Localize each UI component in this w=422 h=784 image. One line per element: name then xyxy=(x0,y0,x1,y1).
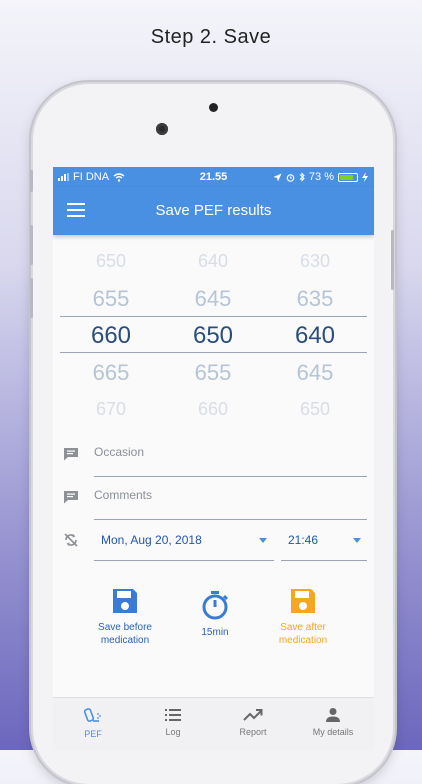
headline: Step 2. Save xyxy=(150,26,272,48)
comments-field[interactable]: Comments xyxy=(53,482,374,520)
chevron-down-icon xyxy=(259,538,267,543)
date-value: Mon, Aug 20, 2018 xyxy=(101,533,202,547)
picker-selection-bottom-line xyxy=(60,352,367,353)
save-after-label-1: Save after xyxy=(280,622,326,633)
app-screen: FI DNA 21.55 73 % Save PEF results 650 6… xyxy=(53,167,374,750)
comments-underline xyxy=(94,519,367,520)
charging-icon xyxy=(362,172,368,182)
phone-volume-up xyxy=(30,225,33,265)
save-after-medication-button[interactable]: Save after medication xyxy=(263,587,343,647)
picker-value-selected: 640 xyxy=(294,322,336,349)
chevron-down-icon xyxy=(353,538,361,543)
tab-log[interactable]: Log xyxy=(133,698,213,750)
occasion-underline xyxy=(94,476,367,477)
status-right: 73 % xyxy=(273,171,368,183)
tab-report[interactable]: Report xyxy=(213,698,293,750)
tab-pef[interactable]: PEF xyxy=(53,698,133,750)
picker-value: 665 xyxy=(92,360,130,385)
app-bar-title: Save PEF results xyxy=(155,202,272,219)
occasion-field[interactable]: Occasion xyxy=(53,439,374,477)
timer-icon xyxy=(202,591,229,620)
comments-placeholder: Comments xyxy=(94,488,153,502)
battery-icon xyxy=(338,172,358,182)
picker-value: 640 xyxy=(197,251,229,271)
picker-column-1[interactable]: 650 655 660 665 670 xyxy=(61,243,161,428)
occasion-placeholder: Occasion xyxy=(94,445,145,459)
phone-speaker xyxy=(209,103,218,112)
save-icon xyxy=(291,589,315,613)
picker-value: 650 xyxy=(95,251,127,271)
trending-up-icon xyxy=(243,709,263,721)
time-value: 21:46 xyxy=(288,533,319,547)
save-before-medication-button[interactable]: Save before medication xyxy=(85,587,165,647)
picker-column-3[interactable]: 630 635 640 645 650 xyxy=(265,243,365,428)
picker-value: 660 xyxy=(197,399,229,419)
picker-value: 670 xyxy=(95,399,127,419)
phone-volume-down xyxy=(30,278,33,318)
time-dropdown[interactable]: 21:46 xyxy=(281,522,367,561)
picker-value: 655 xyxy=(194,360,232,385)
location-icon xyxy=(273,173,282,181)
battery-label: 73 % xyxy=(308,171,334,183)
phone-camera xyxy=(156,123,168,135)
date-time-row: Mon, Aug 20, 2018 21:46 xyxy=(53,522,374,562)
save-before-label-1: Save before xyxy=(98,622,152,633)
tab-my-details[interactable]: My details xyxy=(293,698,373,750)
save-actions: Save before medication 15min Save after … xyxy=(53,587,374,677)
picker-value-selected: 660 xyxy=(90,322,132,349)
picker-selection-top-line xyxy=(60,316,367,317)
phone-power-button xyxy=(391,230,394,290)
save-after-label-2: medication xyxy=(278,635,328,646)
picker-value-selected: 650 xyxy=(192,322,234,349)
picker-value: 630 xyxy=(299,251,331,271)
picker-value: 645 xyxy=(296,360,334,385)
picker-value: 650 xyxy=(299,399,331,419)
tab-my-details-label: My details xyxy=(312,727,354,737)
phone-side-button xyxy=(30,170,33,192)
bottom-tab-bar: PEF Log Report My details xyxy=(53,697,374,750)
inhaler-icon xyxy=(83,708,101,722)
picker-column-2[interactable]: 640 645 650 655 660 xyxy=(163,243,263,428)
picker-value: 645 xyxy=(194,286,232,311)
sync-disabled-icon xyxy=(64,533,78,547)
save-icon xyxy=(113,589,137,613)
tab-log-label: Log xyxy=(165,727,181,737)
timer-button[interactable]: 15min xyxy=(175,590,255,639)
timer-label: 15min xyxy=(201,627,229,638)
person-icon xyxy=(326,708,340,722)
tab-pef-label: PEF xyxy=(84,729,102,739)
alarm-icon xyxy=(286,173,295,182)
save-before-label-2: medication xyxy=(100,635,150,646)
picker-value: 655 xyxy=(92,286,130,311)
tab-report-label: Report xyxy=(239,727,267,737)
list-icon xyxy=(165,709,181,721)
date-dropdown[interactable]: Mon, Aug 20, 2018 xyxy=(94,522,274,561)
comment-icon xyxy=(64,491,78,504)
comment-icon xyxy=(64,448,78,461)
picker-value: 635 xyxy=(296,286,334,311)
bluetooth-icon xyxy=(299,172,305,182)
app-bar: Save PEF results xyxy=(53,187,374,235)
status-bar: FI DNA 21.55 73 % xyxy=(53,167,374,187)
